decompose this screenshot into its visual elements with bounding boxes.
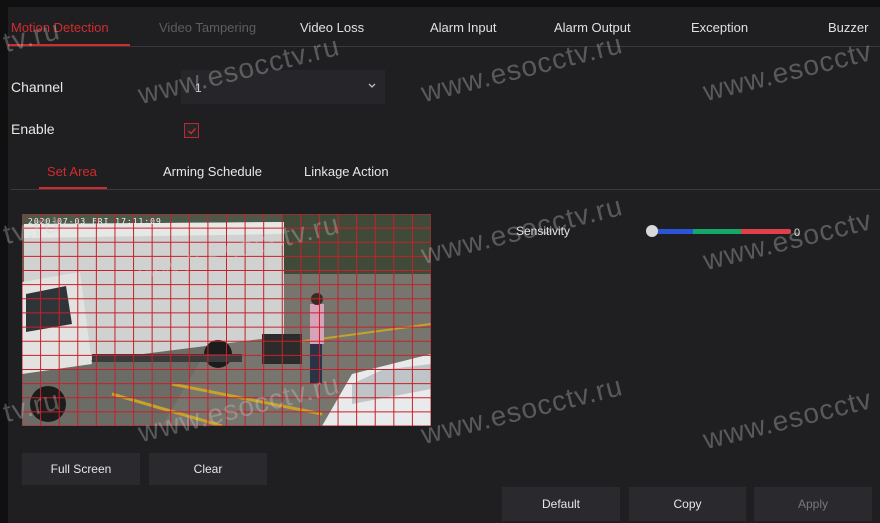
apply-button[interactable]: Apply: [754, 487, 872, 521]
clear-button[interactable]: Clear: [149, 453, 267, 485]
tab-alarm-input[interactable]: Alarm Input: [430, 20, 496, 35]
active-tab-indicator: [8, 44, 130, 46]
tab-video-tampering[interactable]: Video Tampering: [159, 20, 256, 35]
enable-label: Enable: [11, 121, 55, 137]
channel-select[interactable]: 1: [181, 70, 385, 104]
tab-alarm-output[interactable]: Alarm Output: [554, 20, 631, 35]
tab-video-loss[interactable]: Video Loss: [300, 20, 364, 35]
tab-exception[interactable]: Exception: [691, 20, 748, 35]
motion-detection-settings-panel: Motion Detection Video Tampering Video L…: [8, 7, 880, 523]
sub-tab-bar: Set Area Arming Schedule Linkage Action: [11, 154, 880, 190]
full-screen-button[interactable]: Full Screen: [22, 453, 140, 485]
sensitivity-value: 0: [794, 227, 801, 239]
copy-button[interactable]: Copy: [629, 487, 746, 521]
chevron-down-icon: [368, 83, 376, 88]
camera-timestamp-osd: 2020-07-03 FRI 17:11:09: [28, 217, 162, 226]
tab-buzzer[interactable]: Buzzer: [828, 20, 868, 35]
sensitivity-slider-track: [651, 229, 791, 234]
channel-select-value: 1: [195, 81, 202, 95]
tab-motion-detection[interactable]: Motion Detection: [11, 20, 109, 35]
slider-segment-mid: [693, 229, 741, 234]
checkmark-icon: [188, 128, 197, 135]
tab-linkage-action[interactable]: Linkage Action: [304, 164, 389, 179]
motion-area-grid[interactable]: [22, 214, 431, 426]
enable-checkbox[interactable]: [184, 123, 199, 138]
camera-preview-area[interactable]: 2020-07-03 FRI 17:11:09: [22, 214, 431, 426]
default-button[interactable]: Default: [502, 487, 620, 521]
sensitivity-slider[interactable]: [646, 225, 791, 238]
active-subtab-indicator: [39, 187, 107, 189]
top-tab-bar: Motion Detection Video Tampering Video L…: [8, 7, 880, 47]
slider-knob[interactable]: [646, 225, 658, 237]
slider-segment-high: [741, 229, 791, 234]
tab-set-area[interactable]: Set Area: [47, 164, 97, 179]
sensitivity-label: Sensitivity: [516, 224, 571, 238]
channel-label: Channel: [11, 79, 64, 95]
tab-arming-schedule[interactable]: Arming Schedule: [163, 164, 262, 179]
